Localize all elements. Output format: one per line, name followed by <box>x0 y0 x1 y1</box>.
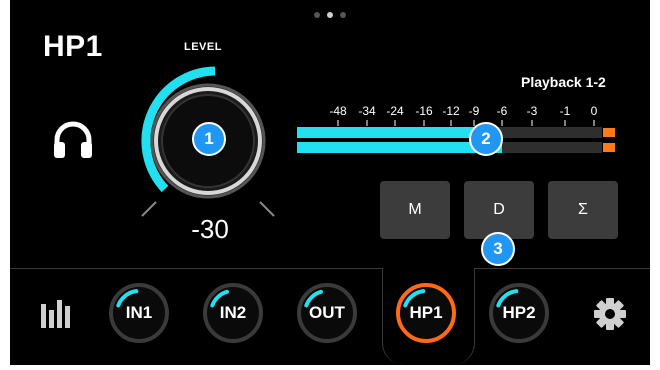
page-indicator-dot-active[interactable] <box>327 12 333 18</box>
channel-tab-hp1[interactable]: HP1 <box>395 282 457 344</box>
level-value: -30 <box>191 214 229 244</box>
channel-label: HP2 <box>502 303 536 322</box>
page-title: HP1 <box>43 30 103 63</box>
meter-tick-label: -3 <box>526 104 538 118</box>
callout-badge-2: 2 <box>469 122 503 156</box>
channel-tab-in1[interactable]: IN1 <box>108 282 170 344</box>
meter-tick-label: -9 <box>468 104 480 118</box>
gear-icon[interactable] <box>593 297 627 331</box>
clip-indicator-right <box>603 143 615 152</box>
channel-label: IN2 <box>219 303 247 322</box>
channel-tab-hp2[interactable]: HP2 <box>488 282 550 344</box>
clip-indicator-left <box>603 128 615 137</box>
channel-tab-in2[interactable]: IN2 <box>202 282 264 344</box>
meter-tick-label: -34 <box>358 104 376 118</box>
meter-tick-label: 0 <box>590 104 598 118</box>
meter-source-label: Playback 1-2 <box>521 74 606 90</box>
channel-tab-out[interactable]: OUT <box>296 282 358 344</box>
callout-badge-1: 1 <box>192 122 226 156</box>
sum-button[interactable]: Σ <box>548 181 618 239</box>
mute-button[interactable]: M <box>380 181 450 239</box>
level-max-tick <box>259 201 275 217</box>
meter-tick-label: -1 <box>559 104 571 118</box>
dim-button[interactable]: D <box>464 181 534 239</box>
headphones-icon <box>54 121 92 158</box>
channel-label: HP1 <box>409 303 443 322</box>
level-label: LEVEL <box>184 41 222 53</box>
meter-tick-label: -24 <box>386 104 404 118</box>
meter-tick-label: -6 <box>496 104 508 118</box>
level-meters-icon[interactable] <box>40 296 72 328</box>
level-min-tick <box>141 201 157 217</box>
meter-tick-marks <box>337 120 595 126</box>
meter-fill-left <box>297 127 474 138</box>
page-indicator-dot[interactable] <box>314 12 320 18</box>
callout-badge-3: 3 <box>481 232 515 266</box>
device-screen: HP1 LEVEL 1 -30 Playback 1-2 2 M D Σ 3 -… <box>10 0 650 365</box>
channel-label: IN1 <box>125 303 153 322</box>
meter-tick-label: -48 <box>329 104 347 118</box>
page-indicator-dot[interactable] <box>340 12 346 18</box>
meter-tick-label: -12 <box>442 104 460 118</box>
channel-label: OUT <box>309 303 345 322</box>
meter-tick-label: -16 <box>415 104 433 118</box>
